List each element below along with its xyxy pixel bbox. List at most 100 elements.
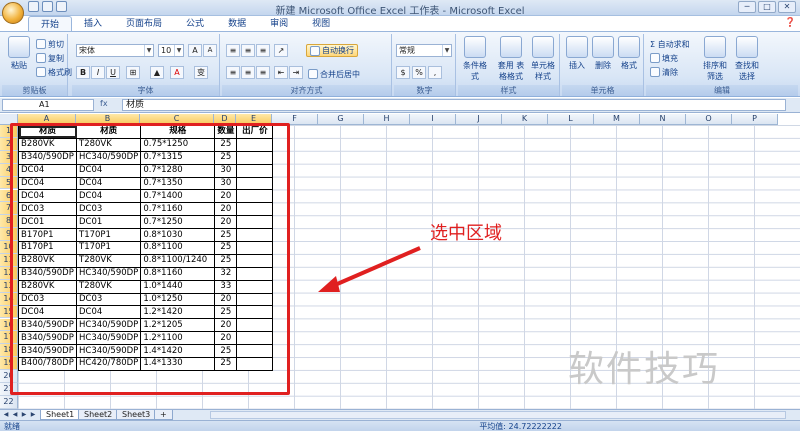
italic-button[interactable]: I — [91, 66, 105, 79]
scissors-icon — [36, 39, 46, 49]
grow-font-button[interactable]: A — [188, 44, 202, 57]
name-box[interactable]: A1 — [2, 99, 94, 111]
align-right-button[interactable]: ≡ — [256, 66, 270, 79]
watermark: 软件技巧 — [568, 349, 721, 390]
help-icon[interactable]: ❓ — [785, 18, 796, 28]
find-select-button[interactable]: 查找和 选择 — [732, 36, 762, 82]
increase-indent-button[interactable]: ⇥ — [289, 66, 303, 79]
column-header-n[interactable]: N — [640, 114, 686, 125]
alignment-label: 对齐方式 — [222, 85, 391, 96]
conditional-format-button[interactable]: 条件格式 — [460, 36, 490, 82]
number-group: 常规 ▼ $ % , 数字 — [394, 34, 456, 96]
minimize-button[interactable]: ─ — [738, 1, 756, 13]
column-header-g[interactable]: G — [318, 114, 364, 125]
tab-view[interactable]: 视图 — [300, 16, 342, 32]
font-color-button[interactable]: A — [170, 66, 184, 79]
align-left-button[interactable]: ≡ — [226, 66, 240, 79]
clear-button[interactable]: 清除 — [650, 66, 678, 78]
orientation-button[interactable]: ↗ — [274, 44, 288, 57]
formula-bar: A1 fx 材质 — [0, 98, 800, 113]
office-button[interactable] — [2, 2, 24, 24]
title-bar: 新建 Microsoft Office Excel 工作表 - Microsof… — [0, 0, 800, 24]
sort-filter-button[interactable]: 排序和 筛选 — [700, 36, 730, 82]
column-header-j[interactable]: J — [456, 114, 502, 125]
copy-button[interactable]: 复制 — [36, 52, 64, 64]
percent-button[interactable]: % — [412, 66, 426, 79]
align-middle-button[interactable]: ≡ — [241, 44, 255, 57]
autosum-button[interactable]: Σ 自动求和 — [650, 38, 690, 50]
font-size-select[interactable]: 10 ▼ — [158, 44, 184, 57]
prev-sheet-icon[interactable]: ◀ — [11, 411, 19, 419]
format-icon — [618, 36, 640, 58]
last-sheet-icon[interactable]: ▶ — [29, 411, 37, 419]
chevron-down-icon: ▼ — [174, 45, 183, 56]
status-ready: 就绪 — [4, 422, 20, 431]
currency-button[interactable]: $ — [396, 66, 410, 79]
sheet-tab-2[interactable]: Sheet2 — [78, 410, 119, 420]
format-painter-button[interactable]: 格式刷 — [36, 66, 72, 78]
fill-color-button[interactable]: ▲ — [150, 66, 164, 79]
horizontal-scrollbar[interactable] — [210, 411, 786, 419]
align-top-button[interactable]: ≡ — [226, 44, 240, 57]
align-center-button[interactable]: ≡ — [241, 66, 255, 79]
close-button[interactable]: ✕ — [778, 1, 796, 13]
tab-formulas[interactable]: 公式 — [174, 16, 216, 32]
column-header-p[interactable]: P — [732, 114, 778, 125]
format-cells-button[interactable]: 格式 — [614, 36, 644, 71]
chevron-down-icon: ▼ — [442, 45, 451, 56]
insert-sheet-button[interactable]: + — [154, 410, 173, 420]
column-header-i[interactable]: I — [410, 114, 456, 125]
row-header-22[interactable]: 22 — [0, 395, 18, 409]
merge-icon — [308, 69, 318, 79]
paste-button[interactable]: 粘贴 — [4, 36, 34, 71]
comma-button[interactable]: , — [428, 66, 442, 79]
underline-button[interactable]: U — [106, 66, 120, 79]
fx-icon[interactable]: fx — [100, 99, 108, 108]
clipboard-label: 剪贴板 — [2, 85, 67, 96]
tab-insert[interactable]: 插入 — [72, 16, 114, 32]
insert-icon — [566, 36, 588, 58]
column-header-m[interactable]: M — [594, 114, 640, 125]
sheet-tab-bar: ◀ ◀ ▶ ▶ Sheet1 Sheet2 Sheet3 + — [0, 409, 800, 420]
wrap-text-button[interactable]: 自动换行 — [306, 44, 358, 57]
shrink-font-button[interactable]: A — [203, 44, 217, 57]
format-as-table-button[interactable]: 套用 表格格式 — [494, 36, 528, 82]
fill-button[interactable]: 填充 — [650, 52, 678, 64]
sheet-tab-3[interactable]: Sheet3 — [116, 410, 157, 420]
next-sheet-icon[interactable]: ▶ — [20, 411, 28, 419]
first-sheet-icon[interactable]: ◀ — [2, 411, 10, 419]
column-header-l[interactable]: L — [548, 114, 594, 125]
tab-review[interactable]: 审阅 — [258, 16, 300, 32]
border-button[interactable]: ⊞ — [126, 66, 140, 79]
eraser-icon — [650, 67, 660, 77]
font-name-select[interactable]: 宋体 ▼ — [76, 44, 154, 57]
merge-center-button[interactable]: 合并后居中 — [308, 68, 360, 80]
bold-button[interactable]: B — [76, 66, 90, 79]
phonetic-button[interactable]: 变 — [194, 66, 208, 79]
cells-group: 插入 删除 格式 单元格 — [562, 34, 644, 96]
editing-label: 编辑 — [646, 85, 798, 96]
conditional-format-icon — [464, 36, 486, 58]
tab-data[interactable]: 数据 — [216, 16, 258, 32]
paste-icon — [8, 36, 30, 58]
cut-button[interactable]: 剪切 — [36, 38, 64, 50]
number-format-select[interactable]: 常规 ▼ — [396, 44, 452, 57]
window-title: 新建 Microsoft Office Excel 工作表 - Microsof… — [275, 6, 525, 17]
worksheet-grid[interactable]: ABCDEFGHIJKLMNOP 1 2 3 4 5 6 7 8 9 10 11 12 13 14 15 16… — [0, 114, 800, 409]
ribbon: 粘贴 剪切 复制 格式刷 剪贴板 宋体 ▼ 10 ▼ A A B I U ⊞ ▲ A… — [0, 31, 800, 97]
tab-page-layout[interactable]: 页面布局 — [114, 16, 174, 32]
chevron-down-icon: ▼ — [144, 45, 153, 56]
annotation-arrow-icon — [318, 246, 421, 292]
align-bottom-button[interactable]: ≡ — [256, 44, 270, 57]
maximize-button[interactable]: □ — [758, 1, 776, 13]
copy-icon — [36, 53, 46, 63]
column-header-k[interactable]: K — [502, 114, 548, 125]
decrease-indent-button[interactable]: ⇤ — [274, 66, 288, 79]
column-header-o[interactable]: O — [686, 114, 732, 125]
formula-input[interactable]: 材质 — [122, 99, 786, 111]
clipboard-group: 粘贴 剪切 复制 格式刷 剪贴板 — [2, 34, 72, 96]
tab-home[interactable]: 开始 — [28, 16, 73, 32]
sheet-tab-1[interactable]: Sheet1 — [40, 410, 81, 420]
cell-styles-button[interactable]: 单元格 样式 — [528, 36, 558, 82]
column-header-h[interactable]: H — [364, 114, 410, 125]
